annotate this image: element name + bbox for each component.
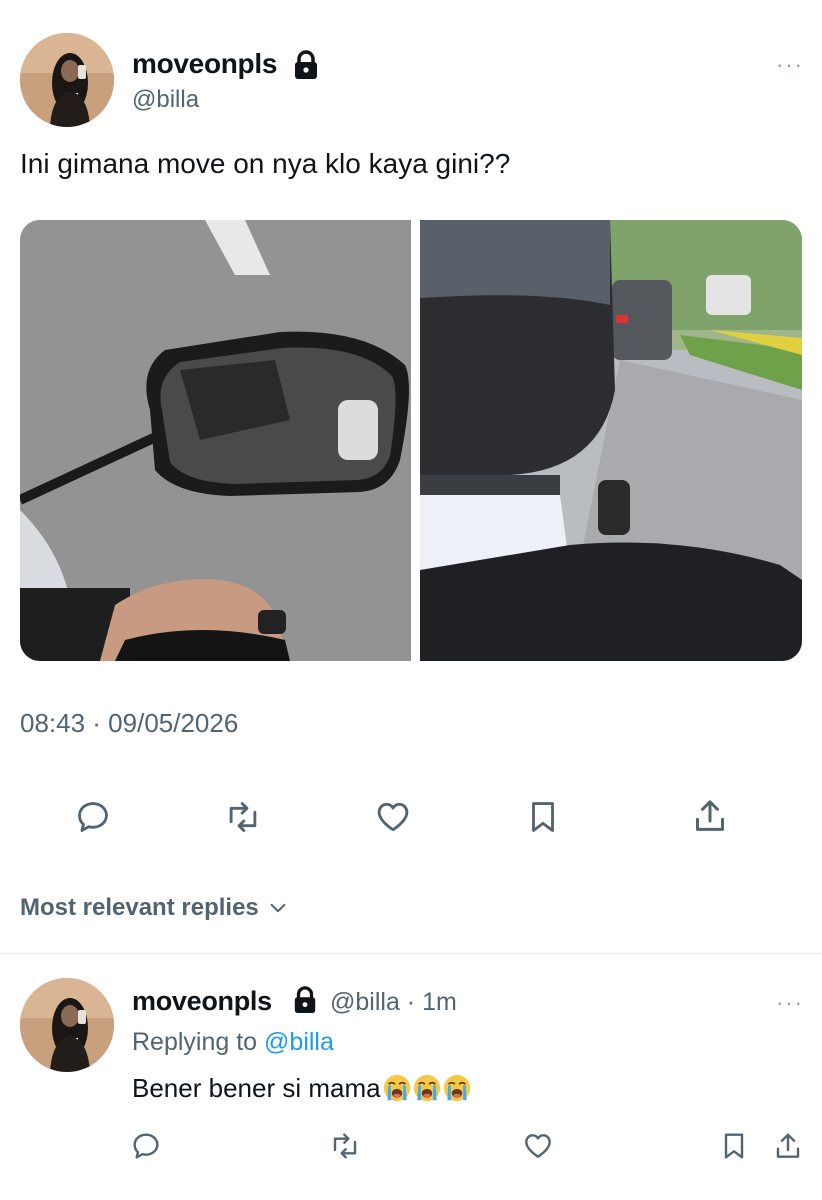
- share-icon: [696, 800, 724, 831]
- reply-icon: [78, 802, 108, 832]
- replying-to: Replying to @billa: [132, 1028, 334, 1057]
- replying-to-prefix: Replying to: [132, 1028, 258, 1056]
- share-button[interactable]: [690, 796, 730, 836]
- heart-icon: [525, 1134, 551, 1158]
- avatar-image: [20, 978, 114, 1072]
- lock-icon: [295, 50, 317, 79]
- share-icon: [776, 1133, 800, 1158]
- reply-meta[interactable]: @billa · 1m: [330, 988, 457, 1017]
- loudly-crying-face-icon: [413, 1074, 440, 1102]
- like-button[interactable]: [373, 798, 413, 836]
- reply-reply-button[interactable]: [130, 1130, 162, 1162]
- emoji-row: [381, 1073, 471, 1103]
- replies-sort-dropdown[interactable]: Most relevant replies: [20, 894, 289, 922]
- tweet-media[interactable]: [20, 220, 802, 661]
- lock-icon: [294, 986, 316, 1013]
- chevron-down-icon: [270, 903, 286, 913]
- avatar-image: [20, 33, 114, 127]
- author-handle[interactable]: @billa: [132, 86, 199, 114]
- tweet-text: Ini gimana move on nya klo kaya gini??: [20, 148, 511, 179]
- replying-to-handle[interactable]: @billa: [264, 1028, 334, 1056]
- retweet-icon: [229, 802, 257, 832]
- media-photo-2[interactable]: [420, 220, 802, 661]
- reply-bookmark-button[interactable]: [718, 1130, 750, 1162]
- bookmark-icon: [724, 1133, 744, 1159]
- reply-share-button[interactable]: [772, 1130, 804, 1162]
- reply-text-body: Bener bener si mama: [132, 1073, 381, 1103]
- loudly-crying-face-icon: [443, 1074, 470, 1102]
- reply-button[interactable]: [74, 798, 112, 836]
- retweet-icon: [333, 1133, 357, 1159]
- reply-more-options-icon[interactable]: ···: [776, 992, 804, 1014]
- replies-sort-label: Most relevant replies: [20, 894, 259, 921]
- section-divider: [0, 953, 822, 954]
- tweet-timestamp[interactable]: 08:43 · 09/05/2026: [20, 708, 238, 739]
- author-avatar[interactable]: [20, 33, 114, 127]
- bookmark-icon: [532, 802, 554, 832]
- reply-retweet-button[interactable]: [328, 1130, 362, 1162]
- reply-text: Bener bener si mama: [132, 1073, 471, 1104]
- more-options-icon[interactable]: ···: [776, 54, 804, 76]
- bookmark-button[interactable]: [524, 798, 562, 836]
- media-photo-1[interactable]: [20, 220, 411, 661]
- heart-icon: [377, 802, 409, 832]
- reply-author-avatar[interactable]: [20, 978, 114, 1072]
- reply-author-name[interactable]: moveonpls: [132, 986, 272, 1017]
- author-name[interactable]: moveonpls: [132, 48, 277, 80]
- reply-like-button[interactable]: [522, 1130, 554, 1162]
- reply-icon: [133, 1133, 159, 1159]
- loudly-crying-face-icon: [383, 1074, 410, 1102]
- retweet-button[interactable]: [222, 798, 264, 836]
